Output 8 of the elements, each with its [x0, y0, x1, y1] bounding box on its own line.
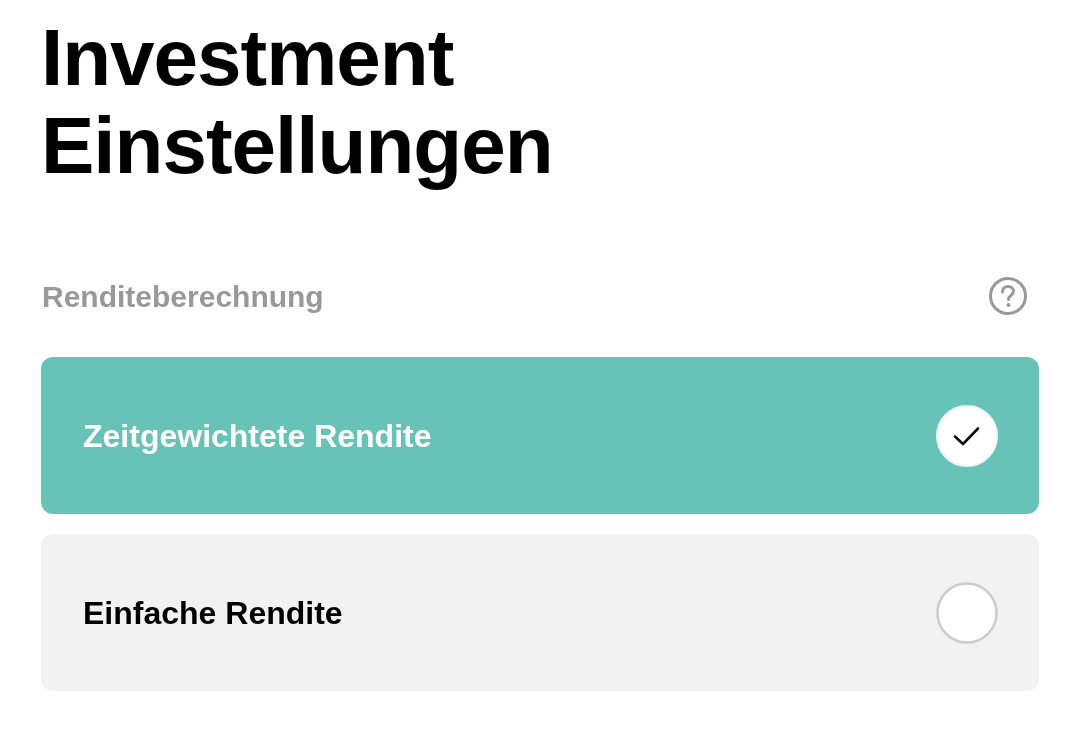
radio-icon: [936, 581, 998, 644]
help-icon[interactable]: [988, 276, 1028, 316]
option-card[interactable]: Einfache Rendite: [41, 534, 1039, 691]
option-label: Einfache Rendite: [83, 593, 343, 633]
check-icon: [936, 404, 998, 467]
section-label: Renditeberechnung: [41, 278, 324, 315]
page-title: Investment Einstellungen: [41, 14, 554, 190]
option-label: Zeitgewichtete Rendite: [83, 416, 432, 456]
